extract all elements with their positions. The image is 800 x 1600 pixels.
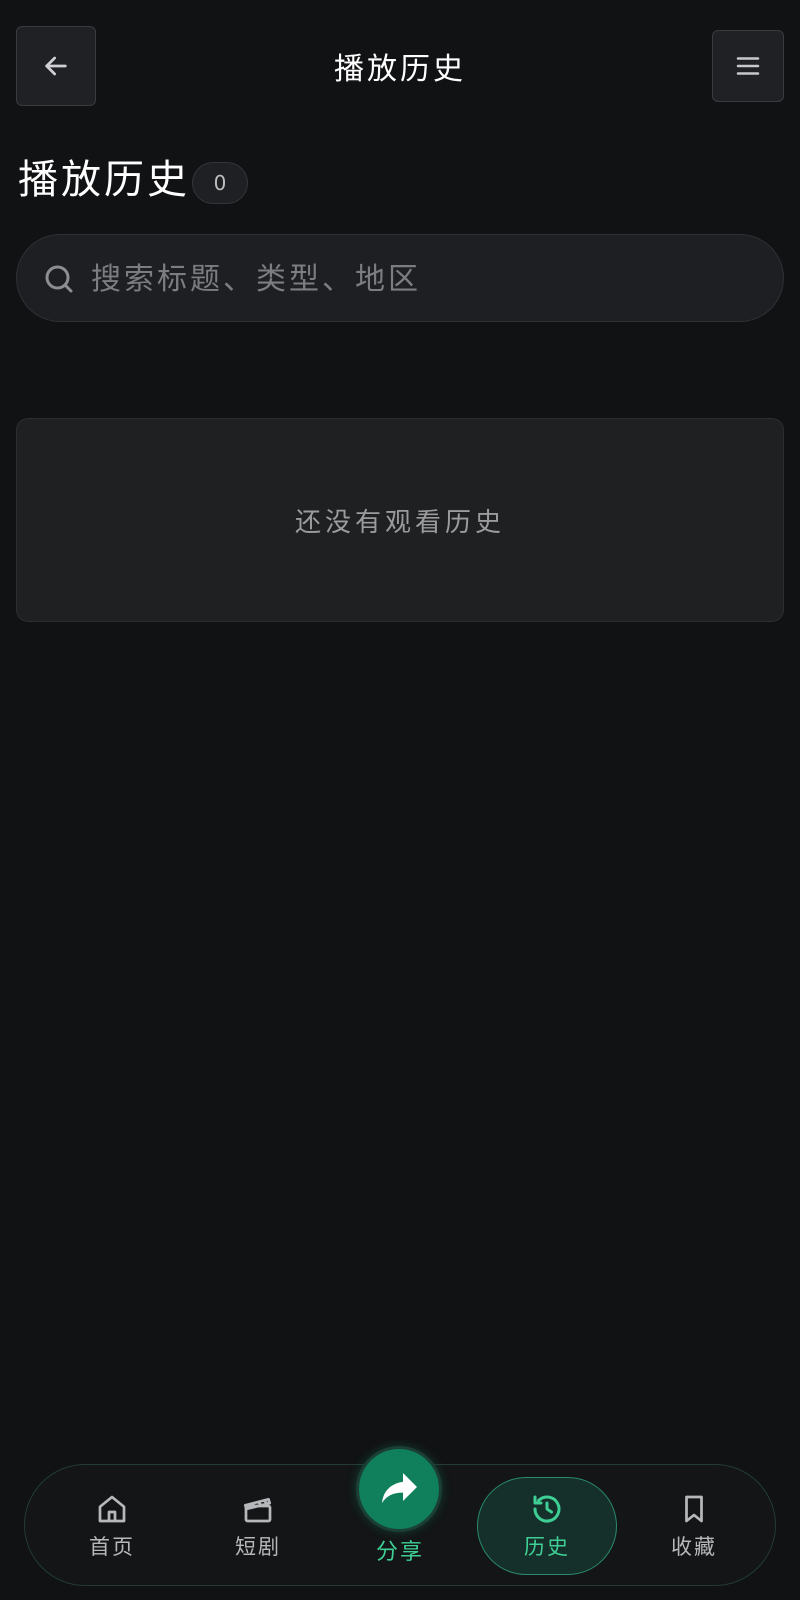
nav-item-favorites[interactable]: 收藏 (629, 1465, 759, 1587)
history-count-badge: 0 (192, 162, 248, 204)
search-icon (45, 265, 73, 293)
hamburger-menu-icon (736, 57, 760, 75)
nav-label-home: 首页 (89, 1535, 135, 1559)
share-icon (382, 1473, 417, 1503)
page-title: 播放历史 (334, 52, 466, 87)
arrow-left-icon (45, 56, 67, 76)
menu-button[interactable] (712, 30, 784, 102)
clapperboard-icon (243, 1497, 272, 1523)
nav-label-short-drama: 短剧 (235, 1535, 281, 1559)
nav-item-home[interactable]: 首页 (47, 1465, 177, 1587)
bookmark-icon (685, 1495, 703, 1523)
empty-state-message: 还没有观看历史 (294, 507, 505, 538)
nav-label-history: 历史 (524, 1535, 570, 1559)
home-icon (98, 1495, 126, 1523)
section-heading: 播放历史 (18, 157, 190, 203)
top-bar: 播放历史 (0, 0, 800, 130)
back-button[interactable] (16, 26, 96, 106)
search-bar[interactable] (16, 234, 784, 322)
history-page: 播放历史 播放历史 0 还没有观看历史 首页 (0, 0, 800, 1600)
history-icon (533, 1495, 561, 1523)
share-label: 分享 (375, 1540, 424, 1565)
empty-state-card: 还没有观看历史 (16, 418, 784, 622)
search-input[interactable] (91, 249, 751, 309)
share-button[interactable] (356, 1446, 442, 1532)
nav-item-history[interactable]: 历史 (477, 1477, 617, 1575)
nav-item-short-drama[interactable]: 短剧 (193, 1465, 323, 1587)
nav-label-favorites: 收藏 (671, 1535, 717, 1559)
